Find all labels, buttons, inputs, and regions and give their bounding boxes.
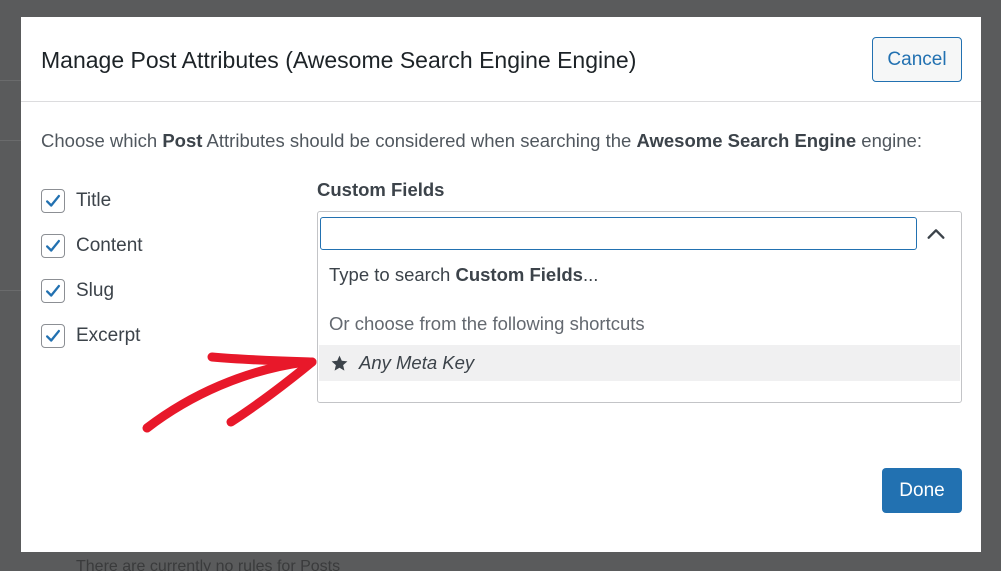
intro-text: Choose which Post Attributes should be c…: [41, 130, 922, 152]
content-label: Content: [76, 235, 143, 256]
custom-fields-heading: Custom Fields: [317, 179, 445, 200]
modal-header: Manage Post Attributes (Awesome Search E…: [21, 17, 981, 102]
manage-attributes-modal: Manage Post Attributes (Awesome Search E…: [21, 17, 981, 552]
star-icon: [331, 355, 348, 371]
excerpt-checkbox[interactable]: [41, 324, 65, 348]
background-divider: [0, 290, 21, 291]
attribute-title[interactable]: Title: [41, 188, 111, 214]
search-hint: Type to search Custom Fields...: [329, 264, 598, 286]
hint-suffix: ...: [582, 264, 599, 285]
intro-bold-engine: Awesome Search Engine: [636, 130, 857, 151]
done-button[interactable]: Done: [882, 468, 962, 513]
any-meta-key-option[interactable]: Any Meta Key: [319, 345, 960, 381]
title-checkbox[interactable]: [41, 189, 65, 213]
hint-prefix: Type to search: [329, 264, 456, 285]
cancel-button[interactable]: Cancel: [872, 37, 962, 82]
intro-part-2: Attributes should be considered when sea…: [202, 130, 637, 151]
background-divider: [0, 80, 21, 81]
custom-fields-search-input[interactable]: [320, 217, 917, 250]
slug-label: Slug: [76, 280, 115, 301]
intro-part-1: Choose which: [41, 130, 163, 151]
slug-checkbox[interactable]: [41, 279, 65, 303]
attribute-excerpt[interactable]: Excerpt: [41, 323, 140, 349]
custom-fields-dropdown: Type to search Custom Fields... Or choos…: [317, 211, 962, 403]
chevron-up-icon[interactable]: [924, 222, 948, 246]
checkmark-icon: [45, 329, 61, 342]
hint-bold: Custom Fields: [455, 264, 583, 285]
any-meta-key-label: Any Meta Key: [359, 352, 475, 373]
content-checkbox[interactable]: [41, 234, 65, 258]
attribute-slug[interactable]: Slug: [41, 278, 114, 304]
shortcuts-label: Or choose from the following shortcuts: [329, 313, 645, 334]
checkmark-icon: [45, 194, 61, 207]
checkmark-icon: [45, 239, 61, 252]
background-divider: [0, 140, 21, 141]
intro-part-3: engine:: [856, 130, 922, 151]
attribute-content[interactable]: Content: [41, 233, 143, 259]
intro-bold-post: Post: [162, 130, 203, 151]
modal-title: Manage Post Attributes (Awesome Search E…: [41, 47, 637, 73]
background-page-text: There are currently no rules for Posts: [76, 558, 341, 571]
checkmark-icon: [45, 284, 61, 297]
excerpt-label: Excerpt: [76, 325, 141, 346]
title-label: Title: [76, 190, 112, 211]
